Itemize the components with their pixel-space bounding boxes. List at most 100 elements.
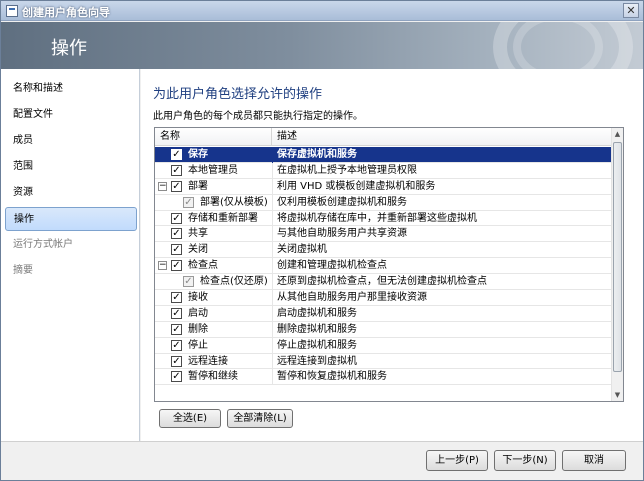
column-separator — [272, 162, 273, 179]
row-name: 共享 — [188, 228, 208, 240]
list-header: 名称 描述 — [155, 128, 613, 146]
actions-list: 名称 描述 ✓ 保存 保存虚拟机和服务 ✓ 本地管理员 在虚拟机上授予本地管理员权限 − ✓ 部… — [154, 127, 624, 402]
table-row[interactable]: ✓ 停止 停止虚拟机和服务 — [155, 337, 613, 354]
table-row[interactable]: ✓ 启动 启动虚拟机和服务 — [155, 305, 613, 322]
checkbox-icon[interactable]: ✓ — [171, 164, 182, 176]
row-description: 删除虚拟机和服务 — [277, 323, 357, 335]
column-separator — [272, 369, 273, 386]
checkbox-icon[interactable]: ✓ — [171, 307, 182, 319]
checkbox-icon[interactable]: ✓ — [171, 212, 182, 224]
row-description: 仅利用模板创建虚拟机和服务 — [277, 196, 407, 208]
table-row[interactable]: − ✓ 检查点 创建和管理虚拟机检查点 — [155, 258, 613, 275]
row-name: 启动 — [188, 307, 208, 319]
table-row[interactable]: ✓ 保存 保存虚拟机和服务 — [155, 147, 613, 163]
row-name: 关闭 — [188, 244, 208, 256]
checkbox-icon[interactable]: ✓ — [183, 196, 194, 208]
row-name: 保存 — [188, 149, 208, 160]
wizard-steps-sidebar: 名称和描述 配置文件 成员 范围 资源 操作 运行方式帐户 摘要 — [1, 69, 140, 441]
scroll-down-icon[interactable]: ▼ — [612, 389, 623, 401]
row-description: 利用 VHD 或模板创建虚拟机和服务 — [277, 180, 436, 192]
table-row[interactable]: ✓ 部署(仅从模板) 仅利用模板创建虚拟机和服务 — [155, 194, 613, 211]
sidebar-item-profile[interactable]: 配置文件 — [5, 103, 137, 127]
table-row[interactable]: ✓ 本地管理员 在虚拟机上授予本地管理员权限 — [155, 162, 613, 179]
table-row[interactable]: ✓ 关闭 关闭虚拟机 — [155, 242, 613, 259]
column-separator — [272, 337, 273, 354]
row-name: 存储和重新部署 — [188, 212, 258, 224]
row-name: 远程连接 — [188, 355, 228, 367]
column-separator — [272, 226, 273, 243]
table-row[interactable]: ✓ 远程连接 远程连接到虚拟机 — [155, 353, 613, 370]
row-description: 保存虚拟机和服务 — [277, 149, 357, 160]
section-description: 此用户角色的每个成员都只能执行指定的操作。 — [153, 111, 363, 122]
checkbox-icon[interactable]: ✓ — [171, 292, 182, 304]
column-separator — [272, 147, 273, 163]
close-button[interactable]: ✕ — [623, 3, 639, 18]
checkbox-icon[interactable]: ✓ — [171, 323, 182, 335]
page-heading: 操作 — [51, 38, 87, 59]
sidebar-item-members[interactable]: 成员 — [5, 129, 137, 153]
checkbox-icon[interactable]: ✓ — [171, 180, 182, 192]
column-separator — [272, 321, 273, 338]
checkbox-icon[interactable]: ✓ — [171, 149, 182, 160]
sidebar-item-name-description[interactable]: 名称和描述 — [5, 77, 137, 101]
close-icon: ✕ — [626, 4, 636, 17]
row-name: 删除 — [188, 323, 208, 335]
table-row[interactable]: − ✓ 部署 利用 VHD 或模板创建虚拟机和服务 — [155, 178, 613, 195]
row-description: 创建和管理虚拟机检查点 — [277, 260, 387, 272]
row-name: 检查点 — [188, 260, 218, 272]
sidebar-item-run-as-accounts[interactable]: 运行方式帐户 — [5, 233, 137, 257]
row-description: 暂停和恢复虚拟机和服务 — [277, 371, 387, 383]
window-title: 创建用户角色向导 — [22, 6, 110, 19]
row-name: 部署(仅从模板) — [200, 196, 268, 208]
checkbox-icon[interactable]: ✓ — [171, 260, 182, 272]
table-row[interactable]: ✓ 存储和重新部署 将虚拟机存储在库中，并重新部署这些虚拟机 — [155, 210, 613, 227]
checkbox-icon[interactable]: ✓ — [171, 228, 182, 240]
wizard-footer: 上一步(P) 下一步(N) 取消 — [1, 441, 643, 480]
next-button[interactable]: 下一步(N) — [494, 450, 556, 471]
sidebar-item-summary[interactable]: 摘要 — [5, 259, 137, 283]
collapse-icon[interactable]: − — [158, 181, 167, 191]
app-icon — [6, 5, 18, 17]
row-name: 本地管理员 — [188, 164, 238, 176]
scroll-up-icon[interactable]: ▲ — [612, 128, 623, 140]
back-button[interactable]: 上一步(P) — [426, 450, 488, 471]
table-row[interactable]: ✓ 删除 删除虚拟机和服务 — [155, 321, 613, 338]
sidebar-item-resources[interactable]: 资源 — [5, 181, 137, 205]
vertical-scrollbar[interactable]: ▲ ▼ — [611, 128, 623, 401]
row-description: 启动虚拟机和服务 — [277, 307, 357, 319]
scroll-thumb[interactable] — [613, 142, 622, 372]
row-description: 停止虚拟机和服务 — [277, 339, 357, 351]
row-description: 从其他自助服务用户那里接收资源 — [277, 292, 427, 304]
sidebar-item-scope[interactable]: 范围 — [5, 155, 137, 179]
checkbox-icon[interactable]: ✓ — [171, 371, 182, 383]
clear-all-button[interactable]: 全部清除(L) — [227, 409, 293, 428]
table-row[interactable]: ✓ 暂停和继续 暂停和恢复虚拟机和服务 — [155, 369, 613, 386]
column-separator — [272, 210, 273, 227]
checkbox-icon[interactable]: ✓ — [183, 276, 194, 288]
row-name: 接收 — [188, 292, 208, 304]
checkbox-icon[interactable]: ✓ — [171, 339, 182, 351]
row-name: 暂停和继续 — [188, 371, 238, 383]
table-row[interactable]: ✓ 接收 从其他自助服务用户那里接收资源 — [155, 290, 613, 307]
column-separator — [272, 305, 273, 322]
banner-decoration-inner — [513, 22, 603, 69]
table-row[interactable]: ✓ 检查点(仅还原) 还原到虚拟机检查点，但无法创建虚拟机检查点 — [155, 274, 613, 291]
column-header-description[interactable]: 描述 — [272, 128, 613, 146]
table-row[interactable]: ✓ 共享 与其他自助服务用户共享资源 — [155, 226, 613, 243]
row-description: 将虚拟机存储在库中，并重新部署这些虚拟机 — [277, 212, 477, 224]
section-title: 为此用户角色选择允许的操作 — [153, 87, 323, 102]
row-description: 与其他自助服务用户共享资源 — [277, 228, 407, 240]
checkbox-icon[interactable]: ✓ — [171, 355, 182, 367]
select-all-button[interactable]: 全选(E) — [159, 409, 221, 428]
column-separator — [272, 242, 273, 259]
column-separator — [272, 178, 273, 195]
column-separator — [272, 194, 273, 211]
column-header-name[interactable]: 名称 — [155, 128, 272, 146]
column-separator — [272, 290, 273, 307]
collapse-icon[interactable]: − — [158, 261, 167, 271]
list-rows: ✓ 保存 保存虚拟机和服务 ✓ 本地管理员 在虚拟机上授予本地管理员权限 − ✓ 部署 利用 VH… — [155, 147, 613, 386]
row-description: 关闭虚拟机 — [277, 244, 327, 256]
sidebar-item-actions[interactable]: 操作 — [5, 207, 137, 231]
cancel-button[interactable]: 取消 — [562, 450, 626, 471]
checkbox-icon[interactable]: ✓ — [171, 244, 182, 256]
